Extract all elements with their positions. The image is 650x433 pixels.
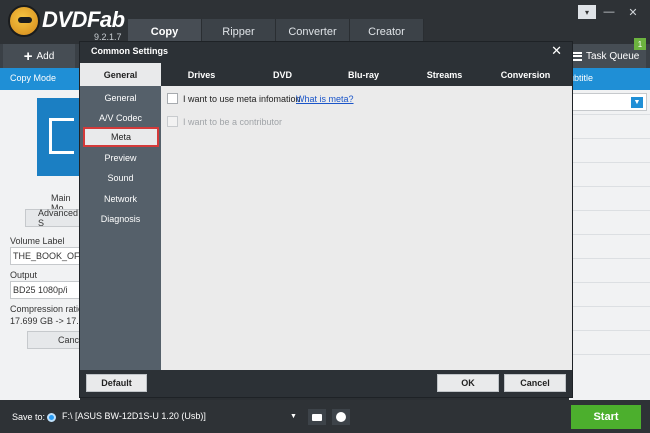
iso-icon[interactable] bbox=[332, 409, 350, 425]
left-panel: Main Mo Advanced S Volume Label THE_BOOK… bbox=[0, 90, 89, 400]
right-panel: ▼ bbox=[569, 90, 650, 400]
copy-mode-header: Copy Mode bbox=[10, 73, 57, 83]
ok-button[interactable]: OK bbox=[437, 374, 499, 392]
task-queue-badge: 1 bbox=[634, 38, 646, 50]
menu-dropdown-icon[interactable]: ▾ bbox=[578, 5, 596, 19]
add-label: Add bbox=[36, 50, 55, 62]
tab-general[interactable]: General bbox=[80, 63, 161, 86]
sidebar-item-sound[interactable]: Sound bbox=[80, 168, 161, 188]
contributor-label: I want to be a contributor bbox=[183, 117, 283, 127]
minimize-icon[interactable]: — bbox=[598, 4, 620, 20]
save-to-radio[interactable] bbox=[47, 413, 56, 422]
sidebar-item-general[interactable]: General bbox=[80, 88, 161, 108]
divider bbox=[569, 258, 650, 259]
settings-sidebar: General A/V Codec Meta Preview Sound Net… bbox=[80, 86, 161, 370]
mascot-logo-icon bbox=[8, 5, 40, 37]
divider bbox=[569, 234, 650, 235]
divider bbox=[569, 186, 650, 187]
subtitle-select[interactable]: ▼ bbox=[571, 93, 647, 111]
what-is-meta-link[interactable]: What is meta? bbox=[296, 94, 354, 104]
task-queue-button[interactable]: Task Queue 1 bbox=[568, 38, 646, 68]
volume-label-input[interactable]: THE_BOOK_OF_E bbox=[10, 247, 80, 265]
folder-icon[interactable] bbox=[308, 409, 326, 425]
chevron-down-icon: ▼ bbox=[631, 97, 643, 108]
sidebar-item-av-codec[interactable]: A/V Codec bbox=[80, 108, 161, 128]
app-name: DVDFab bbox=[42, 7, 125, 32]
divider bbox=[569, 114, 650, 115]
divider bbox=[569, 282, 650, 283]
destination-select[interactable]: F:\ [ASUS BW-12D1S-U 1.20 (Usb)] bbox=[60, 409, 300, 425]
sidebar-item-meta[interactable]: Meta bbox=[83, 127, 159, 147]
plus-icon: + bbox=[23, 47, 33, 65]
left-cancel-button[interactable]: Cance bbox=[27, 331, 84, 349]
output-title: Output bbox=[10, 270, 38, 280]
dialog-close-icon[interactable]: ✕ bbox=[551, 43, 562, 59]
default-button[interactable]: Default bbox=[86, 374, 147, 392]
advanced-settings-button[interactable]: Advanced S bbox=[25, 208, 80, 228]
sidebar-item-network[interactable]: Network bbox=[80, 189, 161, 209]
settings-content: I want to use meta infomation What is me… bbox=[161, 86, 572, 370]
tab-streams[interactable]: Streams bbox=[404, 63, 485, 86]
compression-value: 17.699 GB -> 17.69 bbox=[10, 316, 89, 326]
contributor-checkbox[interactable] bbox=[167, 116, 178, 127]
close-icon[interactable]: ✕ bbox=[622, 4, 644, 20]
sidebar-item-preview[interactable]: Preview bbox=[80, 148, 161, 168]
tab-drives[interactable]: Drives bbox=[161, 63, 242, 86]
chevron-down-icon[interactable]: ▼ bbox=[290, 413, 297, 420]
divider bbox=[569, 138, 650, 139]
divider bbox=[569, 354, 650, 355]
list-icon bbox=[573, 51, 582, 61]
dialog-title: Common Settings bbox=[91, 46, 169, 56]
start-button[interactable]: Start bbox=[571, 405, 641, 429]
add-button[interactable]: + Add bbox=[3, 44, 75, 68]
divider bbox=[569, 330, 650, 331]
title-bar: DVDFab 9.2.1.7 Copy Ripper Converter Cre… bbox=[0, 0, 650, 44]
compression-title: Compression ratio: bbox=[10, 304, 86, 314]
app-logo: DVDFab 9.2.1.7 bbox=[8, 5, 138, 42]
divider bbox=[569, 210, 650, 211]
divider bbox=[569, 162, 650, 163]
copy-mode-icon[interactable] bbox=[37, 98, 81, 176]
bottom-bar: Save to: F:\ [ASUS BW-12D1S-U 1.20 (Usb)… bbox=[0, 400, 650, 433]
volume-label-title: Volume Label bbox=[10, 236, 65, 246]
window-controls: ▾ — ✕ bbox=[578, 4, 644, 20]
tab-conversion[interactable]: Conversion bbox=[485, 63, 566, 86]
sidebar-item-diagnosis[interactable]: Diagnosis bbox=[80, 209, 161, 229]
output-select[interactable]: BD25 1080p/i bbox=[10, 281, 80, 299]
cancel-button[interactable]: Cancel bbox=[504, 374, 566, 392]
divider bbox=[569, 306, 650, 307]
common-settings-dialog: Common Settings ✕ General Drives DVD Blu… bbox=[79, 41, 573, 398]
use-meta-label: I want to use meta infomation bbox=[183, 94, 301, 104]
tab-blu-ray[interactable]: Blu-ray bbox=[323, 63, 404, 86]
use-meta-checkbox[interactable] bbox=[167, 93, 178, 104]
save-to-label: Save to: bbox=[12, 412, 46, 422]
task-queue-label: Task Queue bbox=[586, 50, 640, 62]
dialog-footer: Default OK Cancel bbox=[80, 370, 572, 397]
tab-dvd[interactable]: DVD bbox=[242, 63, 323, 86]
settings-top-tabs: General Drives DVD Blu-ray Streams Conve… bbox=[80, 63, 572, 86]
